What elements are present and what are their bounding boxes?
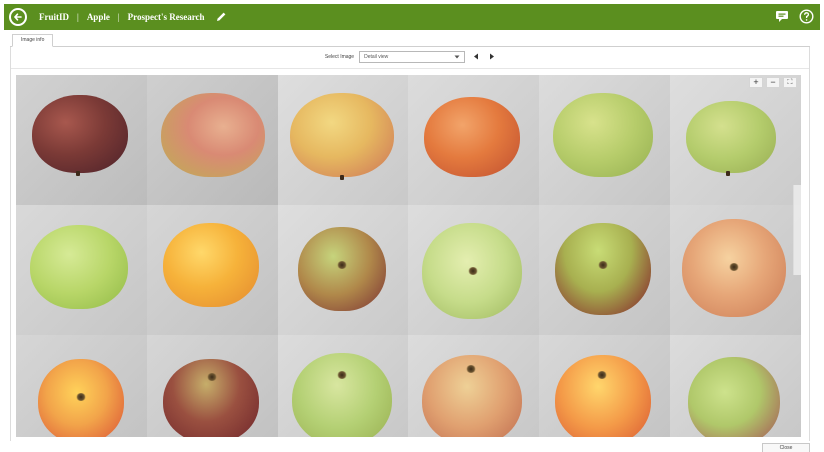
image-viewer[interactable]: + − ⛶	[16, 75, 801, 437]
apple-photo	[277, 75, 409, 205]
next-image-button[interactable]	[489, 53, 495, 62]
apple-eye	[336, 371, 347, 379]
apple	[687, 357, 780, 437]
apple-photo	[146, 335, 278, 437]
help-icon	[798, 8, 814, 24]
apple-stem	[76, 171, 80, 176]
image-info-panel: Select Image Detail view + − ⛶	[10, 47, 810, 441]
apple-stem	[339, 175, 344, 180]
toolbar-divider	[11, 68, 809, 69]
apple-stem	[725, 171, 730, 176]
viewer-scrollbar[interactable]	[793, 185, 801, 275]
apple	[555, 223, 652, 315]
previous-image-button[interactable]	[473, 53, 479, 62]
breadcrumb-fruitid[interactable]: FruitID	[39, 12, 69, 22]
apple	[289, 93, 394, 177]
apple	[162, 359, 259, 437]
apple	[685, 101, 776, 173]
fullscreen-button[interactable]: ⛶	[783, 77, 797, 88]
apple	[555, 355, 652, 437]
apple-photo	[16, 205, 147, 335]
chevron-down-icon	[454, 55, 460, 59]
arrow-right-icon	[490, 53, 495, 59]
zoom-controls: + − ⛶	[749, 77, 797, 88]
arrow-left-icon	[474, 53, 479, 59]
apple-photo	[408, 205, 540, 335]
apple	[291, 353, 392, 437]
apple	[30, 225, 128, 309]
edit-button[interactable]	[215, 11, 227, 23]
apple	[553, 93, 654, 177]
apple-photo	[669, 335, 801, 437]
tab-strip: Image info	[10, 34, 810, 47]
breadcrumb-separator: |	[77, 12, 79, 22]
zoom-in-button[interactable]: +	[749, 77, 763, 88]
pencil-icon	[216, 12, 225, 21]
select-image-label: Select Image	[324, 54, 355, 60]
tab-image-info[interactable]: Image info	[12, 34, 54, 47]
apple	[162, 223, 259, 307]
apple-photo	[146, 75, 278, 205]
breadcrumb: FruitID | Apple | Prospect's Research	[39, 12, 205, 22]
apple-photo	[539, 335, 670, 437]
select-image-value: Detail view	[364, 54, 389, 60]
breadcrumb-apple[interactable]: Apple	[87, 12, 110, 22]
apple-photo	[408, 75, 540, 205]
back-arrow-icon	[13, 13, 22, 21]
apple-photo	[669, 205, 801, 335]
apple-eye	[336, 261, 347, 269]
back-button[interactable]	[9, 8, 27, 26]
apple-eye	[728, 263, 739, 271]
apple-photo	[16, 75, 147, 205]
apple-photo	[277, 205, 409, 335]
breadcrumb-research[interactable]: Prospect's Research	[128, 12, 205, 22]
apple-photo	[669, 75, 801, 205]
comment-icon	[776, 10, 788, 22]
close-button[interactable]: Close	[762, 443, 810, 452]
comment-button[interactable]	[774, 8, 790, 24]
apple-eye	[76, 393, 86, 401]
apple-photo	[408, 335, 540, 437]
apple-photo-grid	[16, 75, 801, 437]
apple-photo	[277, 335, 409, 437]
apple	[297, 227, 386, 311]
help-button[interactable]	[798, 8, 814, 24]
apple	[160, 93, 265, 177]
apple	[424, 97, 521, 177]
zoom-out-button[interactable]: −	[766, 77, 780, 88]
image-toolbar: Select Image Detail view	[11, 49, 809, 65]
apple	[32, 95, 128, 173]
apple-eye	[206, 373, 217, 381]
top-app-bar: FruitID | Apple | Prospect's Research	[4, 4, 820, 30]
apple-photo	[16, 335, 147, 437]
apple-photo	[539, 75, 670, 205]
apple-photo	[539, 205, 670, 335]
select-image-dropdown[interactable]: Detail view	[359, 51, 466, 63]
breadcrumb-separator: |	[117, 12, 120, 22]
apple-photo	[146, 205, 278, 335]
